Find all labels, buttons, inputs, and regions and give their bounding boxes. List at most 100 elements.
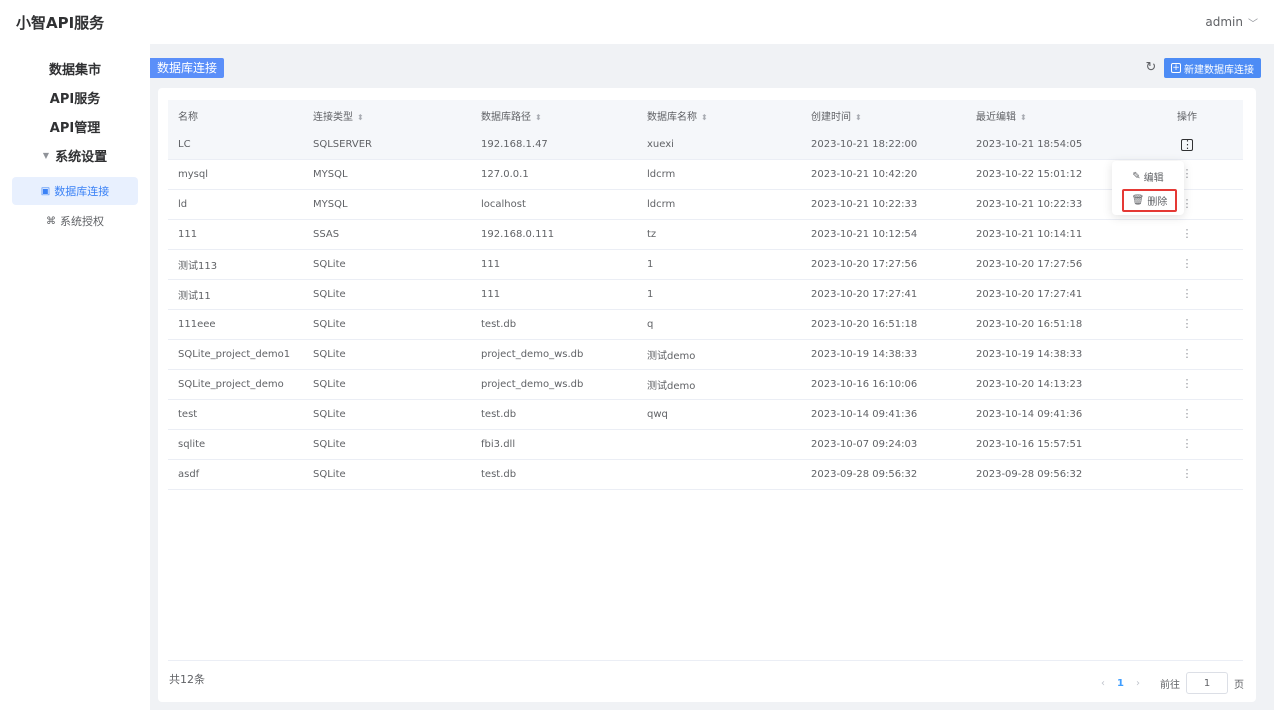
- table-header: 名称 连接类型 ⬍ 数据库路径 ⬍ 数据库名称 ⬍ 创建时间 ⬍ 最近编辑 ⬍ 操作: [168, 100, 1243, 130]
- col-header-path[interactable]: 数据库路径 ⬍: [471, 108, 637, 123]
- table-row: SQLite_project_demo SQLite project_demo_ws…: [168, 370, 1243, 400]
- cell-type: SQLite: [313, 439, 346, 450]
- table-row: SQLite_project_demo1 SQLite project_demo_w…: [168, 340, 1243, 370]
- cell-created: 2023-10-21 10:42:20: [811, 169, 918, 180]
- cell-path: fbi3.dll: [481, 439, 516, 450]
- more-actions-icon[interactable]: ⋮: [1181, 289, 1193, 301]
- cell-path: localhost: [481, 199, 526, 210]
- plus-icon: +: [1171, 63, 1181, 73]
- sidebar-item-api-manage[interactable]: API管理: [0, 112, 150, 141]
- delete-label: 删除: [1147, 197, 1168, 208]
- connection-table: 名称 连接类型 ⬍ 数据库路径 ⬍ 数据库名称 ⬍ 创建时间 ⬍ 最近编辑 ⬍ 操作 LC…: [168, 100, 1243, 490]
- sort-icon[interactable]: ⬍: [535, 113, 542, 122]
- cell-path: 192.168.1.47: [481, 139, 548, 150]
- sort-icon[interactable]: ⬍: [357, 113, 364, 122]
- cell-created: 2023-10-16 16:10:06: [811, 379, 918, 390]
- authorize-icon: ⌘: [46, 215, 56, 227]
- cell-name: 测试11: [178, 291, 211, 302]
- sidebar-item-system-authorization[interactable]: ⌘ 系统授权: [12, 207, 138, 235]
- sidebar-item-label: 系统设置: [55, 150, 108, 165]
- cell-type: SQLite: [313, 409, 346, 420]
- page-suffix: 页: [1234, 679, 1244, 691]
- cell-actions: ⋮: [1131, 349, 1243, 361]
- cell-actions: ⋮: [1131, 138, 1243, 151]
- cell-type: SQLSERVER: [313, 139, 372, 150]
- goto-label: 前往: [1160, 679, 1180, 691]
- table-row: 测试113 SQLite 111 1 2023-10-20 17:27:56 2023-1…: [168, 250, 1243, 280]
- cell-path: 111: [481, 289, 501, 300]
- cell-edited: 2023-10-22 15:01:12: [976, 169, 1083, 180]
- edit-menu-item[interactable]: ✎ 编辑: [1112, 166, 1184, 186]
- cell-created: 2023-10-21 10:12:54: [811, 229, 918, 240]
- more-actions-icon[interactable]: ⋮: [1181, 349, 1193, 361]
- sidebar-group-system-settings[interactable]: ▼ 系统设置: [0, 141, 150, 170]
- sidebar-item-api-service[interactable]: API服务: [0, 83, 150, 112]
- cell-edited: 2023-10-20 16:51:18: [976, 319, 1083, 330]
- cell-created: 2023-10-14 09:41:36: [811, 409, 918, 420]
- cell-db-name: q: [647, 319, 654, 330]
- cell-actions: ⋮: [1131, 259, 1243, 271]
- database-icon: ▣: [40, 185, 51, 197]
- table-row: sqlite SQLite fbi3.dll 2023-10-07 09:24:03 2…: [168, 430, 1243, 460]
- sidebar-item-data-market[interactable]: 数据集市: [0, 54, 150, 83]
- cell-name: ld: [178, 199, 188, 210]
- cell-edited: 2023-10-14 09:41:36: [976, 409, 1083, 420]
- new-connection-button[interactable]: + 新建数据库连接: [1164, 58, 1261, 78]
- goto-page-input[interactable]: [1186, 672, 1228, 694]
- cell-edited: 2023-10-21 10:22:33: [976, 199, 1083, 210]
- sidebar-item-db-connection[interactable]: ▣ 数据库连接: [12, 177, 138, 205]
- cell-actions: ⋮: [1131, 319, 1243, 331]
- sort-icon[interactable]: ⬍: [1020, 113, 1027, 122]
- user-menu[interactable]: admin ﹀: [1205, 15, 1258, 30]
- col-header-edited[interactable]: 最近编辑 ⬍: [966, 108, 1131, 123]
- table-card: 名称 连接类型 ⬍ 数据库路径 ⬍ 数据库名称 ⬍ 创建时间 ⬍ 最近编辑 ⬍ 操作 LC…: [158, 88, 1256, 702]
- cell-db-name: 1: [647, 289, 654, 300]
- more-actions-icon[interactable]: ⋮: [1181, 259, 1193, 271]
- more-actions-icon[interactable]: ⋮: [1181, 379, 1193, 391]
- cell-edited: 2023-10-16 15:57:51: [976, 439, 1083, 450]
- edit-icon: ✎: [1132, 170, 1141, 182]
- cell-actions: ⋮: [1131, 379, 1243, 391]
- cell-path: test.db: [481, 469, 517, 480]
- cell-edited: 2023-10-20 14:13:23: [976, 379, 1083, 390]
- cell-created: 2023-10-20 17:27:56: [811, 259, 918, 270]
- chevron-down-icon: ﹀: [1248, 18, 1258, 30]
- prev-page-icon[interactable]: ‹: [1091, 678, 1115, 689]
- table-row: mysql MYSQL 127.0.0.1 ldcrm 2023-10-21 10:42…: [168, 160, 1243, 190]
- next-page-icon[interactable]: ›: [1126, 678, 1150, 689]
- app-title: 小智API服务: [16, 13, 105, 32]
- sort-icon[interactable]: ⬍: [855, 113, 862, 122]
- top-header: 小智API服务 admin ﹀: [0, 0, 1274, 44]
- total-count: 共12条: [169, 673, 205, 686]
- refresh-icon[interactable]: ↻: [1143, 59, 1159, 77]
- pagination: ‹ 1 › 前往 页: [1091, 672, 1244, 694]
- cell-name: LC: [178, 139, 191, 150]
- more-actions-icon[interactable]: ⋮: [1181, 439, 1193, 451]
- cell-type: SQLite: [313, 319, 346, 330]
- caret-down-icon: ▼: [42, 151, 50, 160]
- delete-menu-item[interactable]: 🗑 删除: [1122, 189, 1177, 212]
- more-actions-icon[interactable]: ⋮: [1181, 138, 1193, 151]
- cell-db-name: 1: [647, 259, 654, 270]
- more-actions-icon[interactable]: ⋮: [1181, 319, 1193, 331]
- col-header-db-name[interactable]: 数据库名称 ⬍: [637, 108, 801, 123]
- cell-path: project_demo_ws.db: [481, 379, 584, 390]
- cell-actions: ⋮: [1131, 409, 1243, 421]
- more-actions-icon[interactable]: ⋮: [1181, 229, 1193, 241]
- col-header-created[interactable]: 创建时间 ⬍: [801, 108, 966, 123]
- more-actions-icon[interactable]: ⋮: [1181, 469, 1193, 481]
- cell-db-name: xuexi: [647, 139, 674, 150]
- more-actions-icon[interactable]: ⋮: [1181, 409, 1193, 421]
- cell-name: 111: [178, 229, 198, 240]
- col-header-type[interactable]: 连接类型 ⬍: [303, 108, 471, 123]
- cell-db-name: tz: [647, 229, 657, 240]
- table-row: test SQLite test.db qwq 2023-10-14 09:41:36 2…: [168, 400, 1243, 430]
- page-number[interactable]: 1: [1115, 678, 1126, 689]
- cell-name: SQLite_project_demo1: [178, 349, 291, 360]
- col-header-name: 名称: [178, 111, 198, 123]
- cell-created: 2023-10-21 18:22:00: [811, 139, 918, 150]
- sort-icon[interactable]: ⬍: [701, 113, 708, 122]
- cell-path: test.db: [481, 319, 517, 330]
- col-header-actions: 操作: [1177, 111, 1197, 123]
- new-connection-label: 新建数据库连接: [1184, 64, 1254, 76]
